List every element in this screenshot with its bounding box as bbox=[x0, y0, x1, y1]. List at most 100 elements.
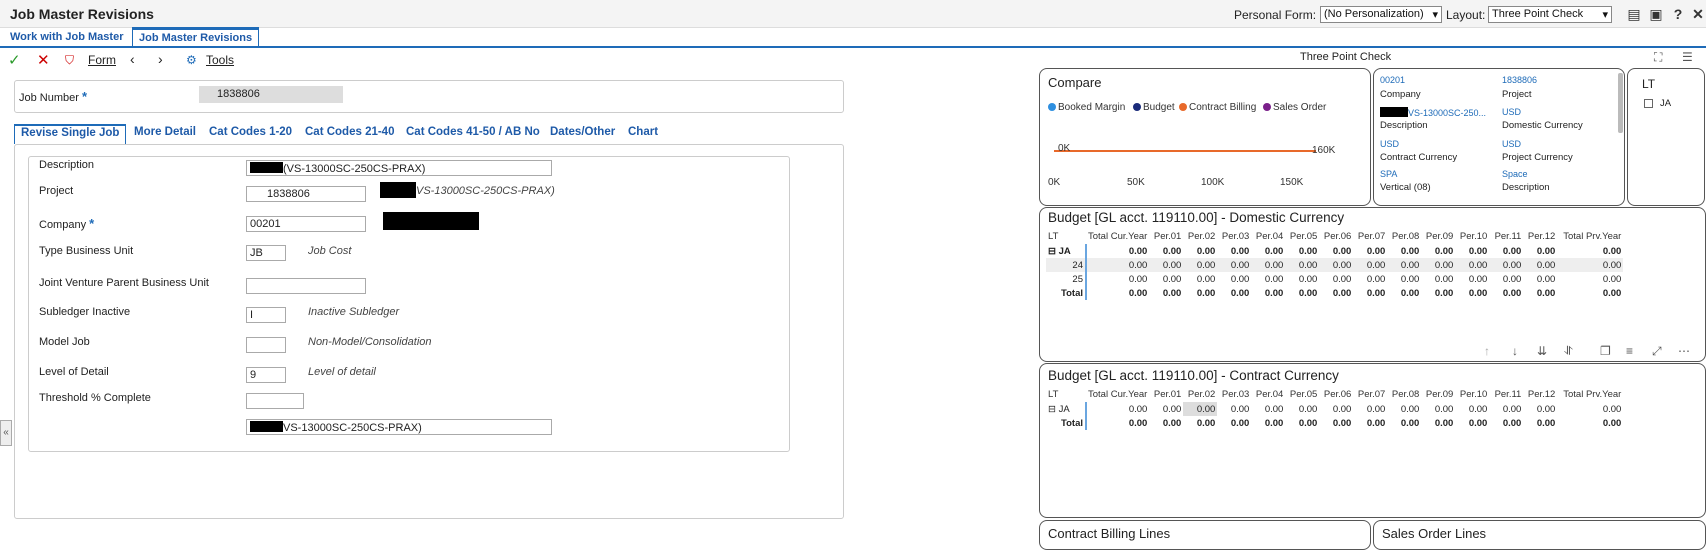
project-input[interactable]: 1838806 bbox=[246, 186, 366, 202]
table-cell[interactable]: 0.00 bbox=[1353, 258, 1387, 272]
contract-currency-value[interactable]: USD bbox=[1380, 139, 1399, 149]
column-header[interactable]: Per.05 bbox=[1285, 228, 1319, 244]
column-header[interactable]: Per.08 bbox=[1387, 386, 1421, 402]
type-bu-input[interactable]: JB bbox=[246, 245, 286, 261]
table-cell[interactable]: 0.00 bbox=[1353, 402, 1387, 416]
table-cell[interactable]: 0.00 bbox=[1421, 244, 1455, 258]
tab-dates-other[interactable]: Dates/Other bbox=[550, 126, 615, 138]
table-cell[interactable]: 0.00 bbox=[1523, 244, 1557, 258]
table-cell[interactable]: 0.00 bbox=[1086, 244, 1149, 258]
table-row[interactable]: ⊟ JA 0.00 0.00 0.00 0.00 0.00 0.00 0.00 0.00 0.00… bbox=[1046, 244, 1623, 258]
table-row[interactable]: 24 0.00 0.00 0.00 0.00 0.00 0.00 0.00 0.00 0.00 0.… bbox=[1046, 258, 1624, 272]
column-header[interactable]: Total Prv.Year bbox=[1557, 228, 1623, 244]
more-icon[interactable]: ⋯ bbox=[1678, 344, 1690, 358]
table-cell[interactable]: 0.00 bbox=[1149, 402, 1183, 416]
column-header[interactable]: Per.02 bbox=[1183, 228, 1217, 244]
column-header[interactable]: Per.10 bbox=[1455, 228, 1489, 244]
table-cell[interactable]: 0.00 bbox=[1387, 416, 1421, 430]
tab-work-with-job-master[interactable]: Work with Job Master bbox=[4, 29, 129, 48]
table-cell[interactable]: 0.00 bbox=[1086, 272, 1149, 286]
table-cell[interactable]: 0.00 bbox=[1319, 258, 1353, 272]
arrow-up-icon[interactable]: ↑ bbox=[1484, 344, 1490, 358]
layout-select[interactable]: Three Point Check ▾ bbox=[1488, 6, 1612, 23]
table-cell[interactable]: 0.00 bbox=[1183, 402, 1218, 416]
table-cell[interactable]: 0.00 bbox=[1387, 272, 1421, 286]
table-cell[interactable]: 0.00 bbox=[1251, 272, 1285, 286]
notes-icon[interactable]: ▤ bbox=[1626, 6, 1642, 22]
table-cell[interactable]: 0.00 bbox=[1149, 244, 1183, 258]
column-header[interactable]: Per.02 bbox=[1183, 386, 1217, 402]
table-cell[interactable]: 0.00 bbox=[1217, 402, 1251, 416]
table-cell[interactable]: 0.00 bbox=[1217, 258, 1251, 272]
table-cell[interactable]: 0.00 bbox=[1285, 416, 1319, 430]
table-cell[interactable]: 0.00 bbox=[1421, 416, 1455, 430]
ok-icon[interactable]: ✓ bbox=[8, 51, 21, 69]
table-cell[interactable]: 0.00 bbox=[1421, 286, 1455, 300]
column-header[interactable]: Per.12 bbox=[1523, 228, 1557, 244]
table-cell[interactable]: 0.00 bbox=[1183, 272, 1217, 286]
table-cell[interactable]: 0.00 bbox=[1557, 416, 1623, 430]
table-cell[interactable]: 0.00 bbox=[1387, 258, 1421, 272]
column-header[interactable]: Per.03 bbox=[1217, 228, 1251, 244]
table-cell[interactable]: 0.00 bbox=[1489, 286, 1523, 300]
table-cell[interactable]: 0.00 bbox=[1251, 416, 1285, 430]
table-cell[interactable]: 0.00 bbox=[1557, 244, 1623, 258]
tab-more-detail[interactable]: More Detail bbox=[134, 126, 196, 138]
tools-menu-button[interactable]: Tools bbox=[206, 53, 234, 67]
domestic-currency-value[interactable]: USD bbox=[1502, 107, 1521, 117]
column-header[interactable]: Per.06 bbox=[1319, 386, 1353, 402]
table-cell[interactable]: 0.00 bbox=[1387, 244, 1421, 258]
column-header[interactable]: Per.04 bbox=[1251, 386, 1285, 402]
table-cell[interactable]: 0.00 bbox=[1557, 402, 1623, 416]
table-cell[interactable]: 0.00 bbox=[1353, 286, 1387, 300]
vertical-value[interactable]: SPA bbox=[1380, 169, 1397, 179]
table-cell[interactable]: 0.00 bbox=[1523, 402, 1557, 416]
table-cell[interactable]: 0.00 bbox=[1319, 402, 1353, 416]
table-cell[interactable]: 0.00 bbox=[1319, 272, 1353, 286]
table-cell[interactable]: 0.00 bbox=[1285, 272, 1319, 286]
table-cell[interactable]: 0.00 bbox=[1251, 258, 1285, 272]
tab-cat-codes-41-50[interactable]: Cat Codes 41-50 / AB No bbox=[406, 126, 540, 138]
table-cell[interactable]: 0.00 bbox=[1217, 286, 1251, 300]
table-cell[interactable]: 0.00 bbox=[1285, 286, 1319, 300]
table-cell[interactable]: 0.00 bbox=[1455, 416, 1489, 430]
tab-chart[interactable]: Chart bbox=[628, 126, 658, 138]
personal-form-select[interactable]: (No Personalization) ▾ bbox=[1320, 6, 1442, 23]
layout-settings-icon[interactable]: ☰ bbox=[1682, 50, 1693, 64]
table-row[interactable]: Total 0.00 0.00 0.00 0.00 0.00 0.00 0.00 0.00 0.0… bbox=[1046, 286, 1623, 300]
column-header[interactable]: Total Cur.Year bbox=[1086, 386, 1149, 402]
column-header[interactable]: Total Prv.Year bbox=[1557, 386, 1623, 402]
column-header[interactable]: Per.03 bbox=[1217, 386, 1251, 402]
table-cell[interactable]: 0.00 bbox=[1353, 244, 1387, 258]
expand-icon[interactable]: ⛶ bbox=[1654, 50, 1662, 65]
table-cell[interactable]: 0.00 bbox=[1421, 258, 1455, 272]
table-cell[interactable]: 0.00 bbox=[1149, 416, 1183, 430]
table-cell[interactable]: 0.00 bbox=[1455, 272, 1489, 286]
table-cell[interactable]: 0.00 bbox=[1489, 402, 1523, 416]
model-job-input[interactable] bbox=[246, 337, 286, 353]
table-cell[interactable]: 0.00 bbox=[1183, 286, 1217, 300]
project-value[interactable]: 1838806 bbox=[1502, 75, 1537, 85]
table-cell[interactable]: 0.00 bbox=[1523, 286, 1557, 300]
table-cell[interactable]: 0.00 bbox=[1319, 244, 1353, 258]
column-header[interactable]: Per.01 bbox=[1149, 386, 1183, 402]
table-cell[interactable]: 0.00 bbox=[1557, 272, 1623, 286]
table-cell[interactable]: 0.00 bbox=[1421, 402, 1455, 416]
column-header[interactable]: LT bbox=[1046, 386, 1086, 402]
table-cell[interactable]: 0.00 bbox=[1319, 286, 1353, 300]
table-cell[interactable]: 0.00 bbox=[1251, 286, 1285, 300]
description-value[interactable]: VS-13000SC-250... bbox=[1380, 107, 1486, 118]
expand-all-icon[interactable]: ⇊ bbox=[1537, 344, 1547, 358]
previous-icon[interactable]: ‹ bbox=[130, 51, 135, 67]
table-row[interactable]: Total 0.00 0.00 0.00 0.00 0.00 0.00 0.00 0.00 0.0… bbox=[1046, 416, 1623, 430]
table-cell[interactable]: 0.00 bbox=[1149, 272, 1183, 286]
fullscreen-icon[interactable]: ⤢ bbox=[1652, 344, 1662, 359]
table-cell[interactable]: 0.00 bbox=[1489, 416, 1523, 430]
arrow-down-icon[interactable]: ↓ bbox=[1512, 344, 1518, 358]
project-currency-value[interactable]: USD bbox=[1502, 139, 1521, 149]
filter-icon[interactable]: ≡ bbox=[1626, 344, 1633, 358]
table-cell[interactable]: 0.00 bbox=[1455, 286, 1489, 300]
company-input[interactable]: 00201 bbox=[246, 216, 366, 232]
column-header[interactable]: Per.10 bbox=[1455, 386, 1489, 402]
space-value[interactable]: Space bbox=[1502, 169, 1528, 179]
